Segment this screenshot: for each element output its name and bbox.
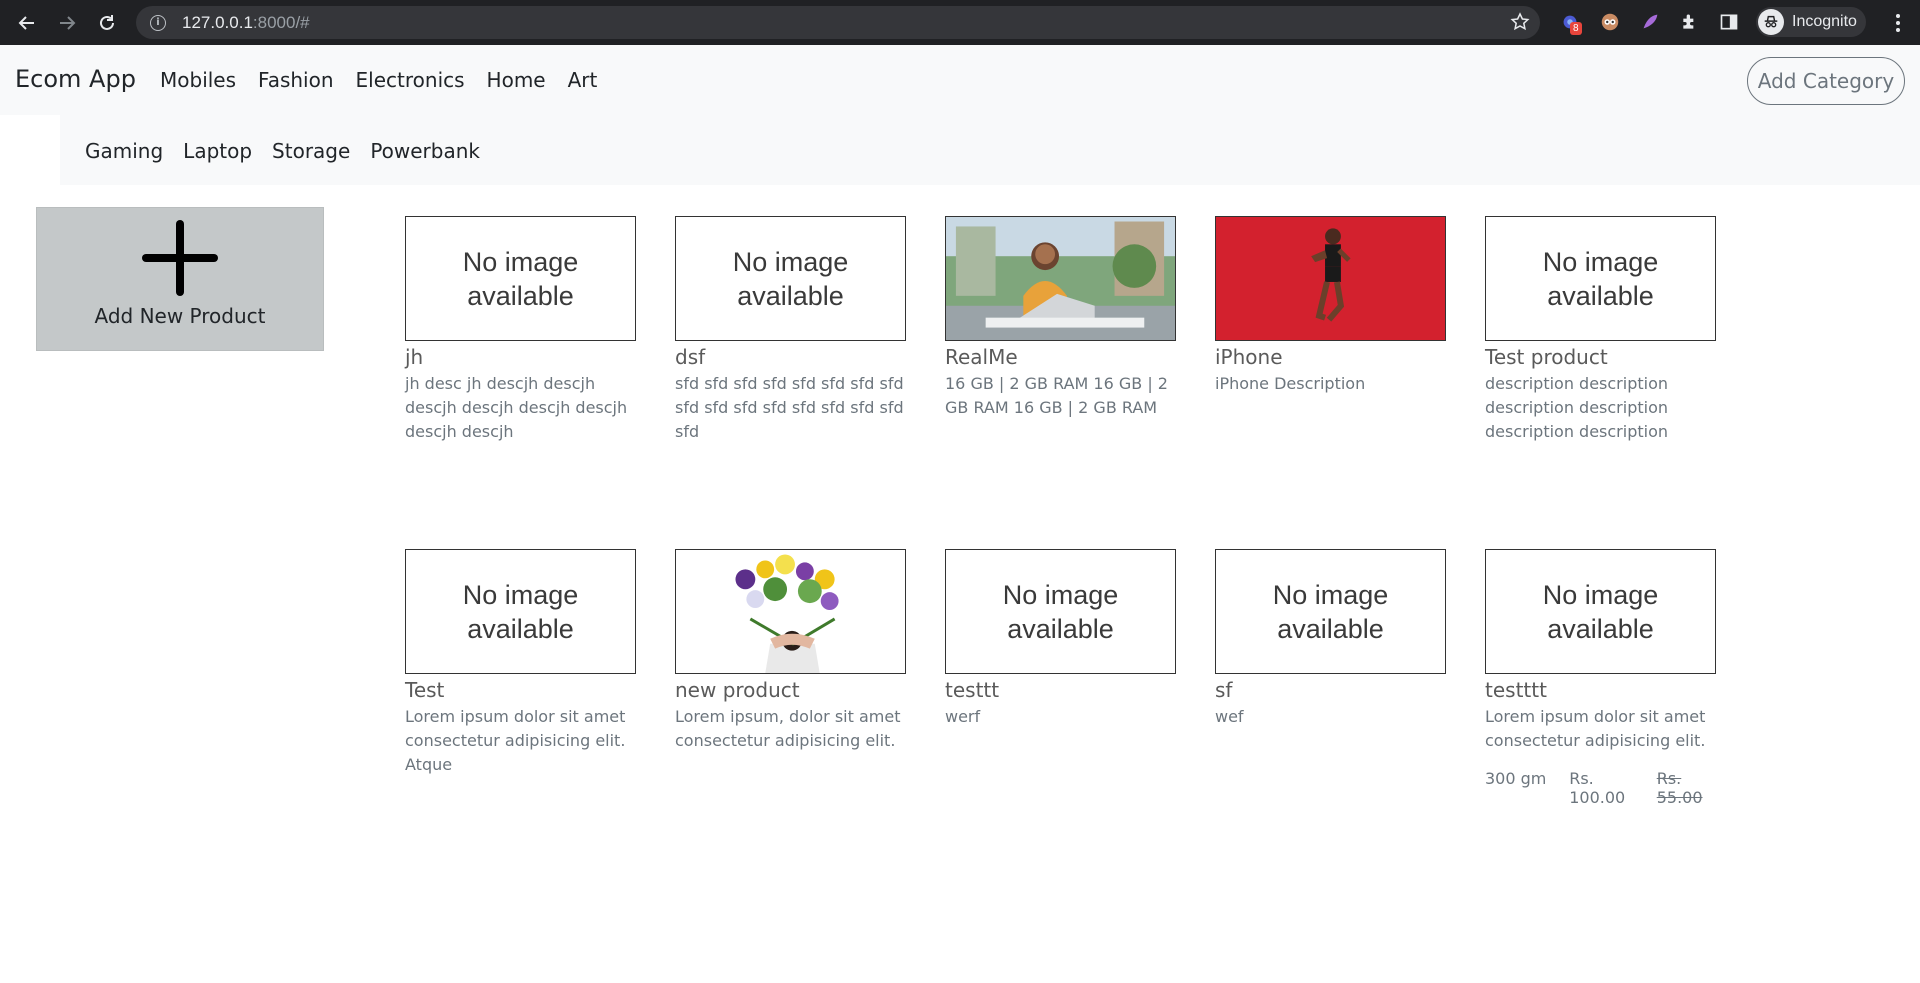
product-title[interactable]: testttt [1485, 678, 1725, 702]
product-pricing: 300 gm Rs. 100.00 Rs. 55.00 [1485, 769, 1725, 807]
extensions-puzzle-icon[interactable] [1678, 10, 1702, 34]
nav-link-mobiles[interactable]: Mobiles [160, 68, 236, 92]
product-card[interactable]: No image available testttt Lorem ipsum d… [1485, 549, 1725, 807]
nav-link-electronics[interactable]: Electronics [356, 68, 465, 92]
product-image-woman-laptop[interactable] [945, 216, 1176, 341]
product-image-flower-bouquet[interactable] [675, 549, 906, 674]
product-image-placeholder[interactable]: No image available [945, 549, 1176, 674]
incognito-icon [1758, 9, 1784, 35]
nav-link-art[interactable]: Art [568, 68, 598, 92]
subnav-link-gaming[interactable]: Gaming [85, 139, 163, 163]
product-card[interactable]: iPhone iPhone Description [1215, 216, 1455, 396]
product-image-placeholder[interactable]: No image available [1215, 549, 1446, 674]
product-description: jh desc jh descjh descjh descjh descjh d… [405, 374, 628, 441]
subnav-link-storage[interactable]: Storage [272, 139, 350, 163]
brand-logo-text[interactable]: Ecom App [15, 65, 136, 93]
product-card[interactable]: new product Lorem ipsum, dolor sit amet … [675, 549, 915, 753]
plus-icon [142, 220, 218, 296]
extension-feather-icon[interactable] [1638, 10, 1662, 34]
subnav-link-laptop[interactable]: Laptop [183, 139, 252, 163]
product-description: iPhone Description [1215, 374, 1366, 393]
product-card[interactable]: No image available Test product descript… [1485, 216, 1725, 444]
product-description: Lorem ipsum dolor sit amet consectetur a… [405, 707, 626, 774]
product-description: Lorem ipsum, dolor sit amet consectetur … [675, 707, 901, 750]
main-navbar: Ecom App Mobiles Fashion Electronics Hom… [0, 45, 1920, 115]
product-title[interactable]: dsf [675, 345, 915, 369]
extension-eyes-icon[interactable] [1598, 10, 1622, 34]
product-card[interactable]: No image available Test Lorem ipsum dolo… [405, 549, 645, 777]
incognito-label: Incognito [1792, 13, 1857, 30]
product-image-placeholder[interactable]: No image available [1485, 549, 1716, 674]
product-image-woman-fitness[interactable] [1215, 216, 1446, 341]
product-card[interactable]: RealMe 16 GB | 2 GB RAM 16 GB | 2 GB RAM… [945, 216, 1185, 420]
product-image-placeholder[interactable]: No image available [675, 216, 906, 341]
product-description: Lorem ipsum dolor sit amet consectetur a… [1485, 707, 1706, 750]
forward-icon[interactable] [53, 9, 80, 36]
product-title[interactable]: RealMe [945, 345, 1185, 369]
product-quantity: 300 gm [1485, 769, 1547, 788]
product-price: Rs. 100.00 [1569, 769, 1626, 807]
product-title[interactable]: Test product [1485, 345, 1725, 369]
side-panel-icon[interactable] [1717, 10, 1741, 34]
browser-toolbar: i 127.0.0.1:8000/# 8 Incognito [0, 0, 1920, 45]
product-image-placeholder[interactable]: No image available [405, 216, 636, 341]
add-new-product-label: Add New Product [94, 304, 266, 328]
product-card[interactable]: No image available dsf sfd sfd sfd sfd s… [675, 216, 915, 444]
product-image-placeholder[interactable]: No image available [405, 549, 636, 674]
browser-menu-icon[interactable] [1888, 12, 1908, 34]
product-description: 16 GB | 2 GB RAM 16 GB | 2 GB RAM 16 GB … [945, 374, 1168, 417]
product-title[interactable]: new product [675, 678, 915, 702]
bookmark-star-icon[interactable] [1510, 12, 1530, 32]
product-description: wef [1215, 707, 1244, 726]
product-title[interactable]: testtt [945, 678, 1185, 702]
product-card[interactable]: No image available sf wef [1215, 549, 1455, 729]
product-card[interactable]: No image available jh jh desc jh descjh … [405, 216, 645, 444]
nav-link-home[interactable]: Home [487, 68, 546, 92]
product-title[interactable]: Test [405, 678, 645, 702]
product-title[interactable]: iPhone [1215, 345, 1455, 369]
product-old-price: Rs. 55.00 [1656, 769, 1703, 807]
product-description: sfd sfd sfd sfd sfd sfd sfd sfd sfd sfd … [675, 374, 904, 441]
add-new-product-button[interactable]: Add New Product [36, 207, 324, 351]
back-icon[interactable] [13, 9, 40, 36]
product-description: werf [945, 707, 981, 726]
product-title[interactable]: jh [405, 345, 645, 369]
product-description: description description description desc… [1485, 374, 1669, 441]
reload-icon[interactable] [93, 9, 120, 36]
url-text: 127.0.0.1:8000/# [182, 12, 310, 32]
product-image-placeholder[interactable]: No image available [1485, 216, 1716, 341]
extension-badge: 8 [1570, 22, 1582, 35]
subnav-link-powerbank[interactable]: Powerbank [370, 139, 480, 163]
site-info-icon[interactable]: i [150, 14, 166, 31]
extension-puzzle-color-icon[interactable]: 8 [1558, 10, 1582, 35]
nav-link-fashion[interactable]: Fashion [258, 68, 334, 92]
product-card[interactable]: No image available testtt werf [945, 549, 1185, 729]
category-nav: Mobiles Fashion Electronics Home Art [160, 68, 619, 92]
product-title[interactable]: sf [1215, 678, 1455, 702]
add-category-button[interactable]: Add Category [1747, 57, 1905, 105]
sub-category-nav: Gaming Laptop Storage Powerbank [60, 115, 1920, 185]
incognito-profile[interactable]: Incognito [1756, 7, 1866, 37]
address-bar[interactable]: i 127.0.0.1:8000/# [136, 6, 1540, 39]
